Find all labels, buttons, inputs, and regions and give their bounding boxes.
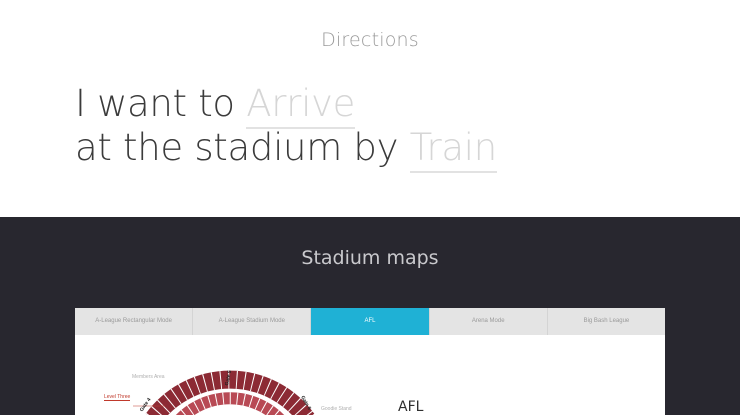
members-area-label: Members Area (132, 374, 165, 380)
directions-sentence-line1: I want to Arrive (75, 82, 355, 129)
tab-afl[interactable]: AFL (311, 308, 430, 335)
stadium-maps-title: Stadium maps (301, 247, 439, 269)
line2-prefix: at the stadium by (75, 126, 410, 169)
tab-big-bash-league[interactable]: Big Bash League (548, 308, 665, 335)
line1-prefix: I want to (75, 82, 247, 125)
stadium-maps-section: Stadium maps A-League Rectangular Mode A… (0, 217, 740, 415)
directions-title: Directions (321, 29, 419, 51)
tab-a-league-stadium[interactable]: A-League Stadium Mode (193, 308, 312, 335)
directions-sentence-line2: at the stadium by Train (75, 126, 497, 173)
mode-select[interactable]: Arrive (246, 82, 355, 129)
seating-inner-ring (175, 392, 285, 415)
directions-section: Directions I want to Arrive at the stadi… (0, 0, 740, 217)
tab-a-league-rectangular[interactable]: A-League Rectangular Mode (75, 308, 194, 335)
map-heading-afl: AFL (398, 399, 424, 415)
level-three-label: Level Three (104, 394, 131, 401)
stadium-map-tabs: A-League Rectangular Mode A-League Stadi… (75, 308, 665, 335)
goodie-stand-label: Goodie Stand (321, 406, 352, 412)
tab-arena-mode[interactable]: Arena Mode (430, 308, 548, 335)
stadium-map-panel: Members Area Level Three Goodie Stand Ga… (75, 335, 665, 415)
transport-select[interactable]: Train (409, 126, 497, 173)
